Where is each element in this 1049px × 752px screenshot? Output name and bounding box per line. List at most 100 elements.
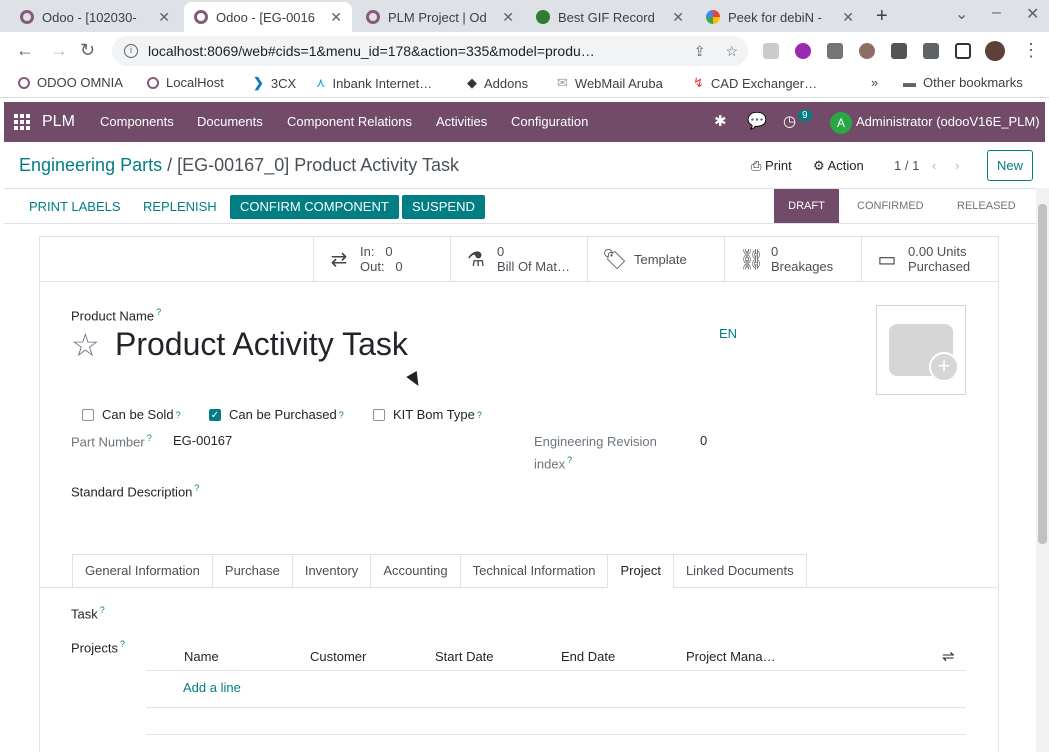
bookmark-webmail[interactable]: ✉ WebMail Aruba: [557, 75, 663, 91]
menu-component-relations[interactable]: Component Relations: [287, 114, 412, 129]
add-a-line-link[interactable]: Add a line: [183, 680, 241, 695]
profile-avatar[interactable]: [985, 41, 1005, 61]
language-button[interactable]: EN: [719, 326, 737, 341]
menu-documents[interactable]: Documents: [197, 114, 263, 129]
browser-tab-1[interactable]: Odoo - [102030- ✕: [10, 2, 180, 32]
pager-next-icon[interactable]: ›: [955, 158, 959, 173]
can-be-purchased-checkbox[interactable]: ✓ Can be Purchased?: [209, 407, 344, 422]
stage-confirmed[interactable]: CONFIRMED: [857, 189, 924, 223]
stage-draft[interactable]: DRAFT: [774, 189, 839, 223]
stage-released[interactable]: RELEASED: [957, 189, 1016, 223]
browser-tab-4[interactable]: Best GIF Record ✕: [526, 2, 694, 32]
extensions-puzzle-icon[interactable]: [923, 43, 939, 59]
extension-icon[interactable]: [827, 43, 843, 59]
column-project-manager[interactable]: Project Mana…: [686, 649, 776, 664]
menu-components[interactable]: Components: [100, 114, 174, 129]
url-field[interactable]: i localhost:8069/web#cids=1&menu_id=178&…: [112, 36, 748, 66]
new-button[interactable]: New: [987, 150, 1033, 181]
part-number-value[interactable]: EG-00167: [173, 433, 232, 448]
browser-tab-5[interactable]: Peek for debiN - ✕: [696, 2, 864, 32]
checkbox-checked-icon[interactable]: ✓: [209, 408, 221, 421]
checkbox-unchecked-icon[interactable]: [82, 408, 94, 421]
new-tab-icon[interactable]: +: [876, 5, 888, 28]
breadcrumb-engineering-parts[interactable]: Engineering Parts: [19, 155, 162, 175]
breakages-smart-button[interactable]: ⛓ 0 Breakages: [724, 237, 862, 281]
minimize-icon[interactable]: –: [992, 4, 1001, 22]
close-icon[interactable]: ✕: [842, 9, 854, 26]
bookmark-addons[interactable]: ◆ Addons: [467, 75, 528, 91]
side-panel-icon[interactable]: [955, 43, 971, 59]
bookmark-cad[interactable]: ↯ CAD Exchanger…: [693, 75, 817, 91]
app-menu-icon[interactable]: [14, 114, 30, 130]
page-scrollbar[interactable]: [1036, 188, 1049, 752]
tab-general-information[interactable]: General Information: [72, 554, 212, 588]
tab-accounting[interactable]: Accounting: [370, 554, 460, 588]
extension-icon[interactable]: [891, 43, 907, 59]
column-start-date[interactable]: Start Date: [435, 649, 494, 664]
help-icon[interactable]: ?: [176, 410, 181, 420]
bookmarks-overflow-icon[interactable]: »: [871, 75, 878, 90]
optional-columns-icon[interactable]: ⇌: [942, 647, 955, 665]
help-icon[interactable]: ?: [100, 605, 105, 615]
share-icon[interactable]: ⇪: [694, 43, 706, 60]
chat-icon[interactable]: 💬: [747, 111, 767, 131]
bom-smart-button[interactable]: ⚗ 0 Bill Of Mat…: [450, 237, 588, 281]
help-icon[interactable]: ?: [567, 455, 572, 465]
kit-bom-type-checkbox[interactable]: KIT Bom Type?: [373, 407, 482, 422]
purchased-smart-button[interactable]: ▭ 0.00 Units Purchased: [861, 237, 998, 281]
help-icon[interactable]: ?: [120, 639, 125, 649]
menu-kebab-icon[interactable]: ⋮: [1022, 40, 1040, 61]
browser-tab-3[interactable]: PLM Project | Od ✕: [356, 2, 524, 32]
bookmark-3cx[interactable]: ❯ 3CX: [253, 75, 296, 91]
suspend-button[interactable]: SUSPEND: [402, 195, 485, 219]
help-icon[interactable]: ?: [156, 307, 161, 317]
extension-icon[interactable]: [859, 43, 875, 59]
template-smart-button[interactable]: 🏷 Template: [587, 237, 725, 281]
pager-previous-icon[interactable]: ‹: [932, 158, 936, 173]
confirm-component-button[interactable]: CONFIRM COMPONENT: [230, 195, 399, 219]
browser-tab-2[interactable]: Odoo - [EG-0016 ✕: [184, 2, 352, 32]
can-be-sold-checkbox[interactable]: Can be Sold?: [82, 407, 181, 422]
tab-linked-documents[interactable]: Linked Documents: [672, 554, 807, 588]
app-name[interactable]: PLM: [42, 113, 75, 131]
print-labels-button[interactable]: PRINT LABELS: [19, 195, 131, 219]
bookmark-localhost[interactable]: LocalHost: [147, 75, 224, 90]
clock-icon[interactable]: ◷: [783, 112, 796, 130]
in-out-smart-button[interactable]: ⇄ In: 0 Out: 0: [313, 237, 451, 281]
reload-icon[interactable]: ↻: [80, 40, 95, 61]
close-icon[interactable]: ✕: [158, 9, 170, 26]
tab-inventory[interactable]: Inventory: [291, 554, 371, 588]
close-icon[interactable]: ✕: [502, 9, 514, 26]
site-info-icon[interactable]: i: [124, 44, 138, 58]
bookmark-star-icon[interactable]: ☆: [725, 43, 738, 60]
product-image-upload[interactable]: [876, 305, 966, 395]
column-name[interactable]: Name: [184, 649, 219, 664]
tab-project[interactable]: Project: [607, 554, 673, 588]
pager-value[interactable]: 1 / 1: [894, 158, 919, 173]
replenish-button[interactable]: REPLENISH: [133, 195, 227, 219]
bug-icon[interactable]: ✱: [714, 112, 727, 130]
column-customer[interactable]: Customer: [310, 649, 366, 664]
help-icon[interactable]: ?: [147, 433, 152, 443]
product-name-field[interactable]: Product Activity Task: [115, 326, 408, 363]
help-icon[interactable]: ?: [339, 410, 344, 420]
close-icon[interactable]: ✕: [330, 9, 342, 26]
column-end-date[interactable]: End Date: [561, 649, 615, 664]
tab-search-icon[interactable]: ⌄: [955, 4, 968, 24]
avatar[interactable]: A: [830, 112, 852, 134]
bookmark-inbank[interactable]: ⋏ Inbank Internet…: [316, 75, 432, 91]
tab-technical-information[interactable]: Technical Information: [459, 554, 608, 588]
user-menu[interactable]: Administrator (odooV16E_PLM): [856, 114, 1040, 129]
close-window-icon[interactable]: ✕: [1026, 4, 1039, 24]
other-bookmarks[interactable]: ▬ Other bookmarks: [903, 75, 1023, 90]
extension-icon[interactable]: [795, 43, 811, 59]
scrollbar-thumb[interactable]: [1038, 204, 1047, 544]
checkbox-unchecked-icon[interactable]: [373, 408, 385, 421]
menu-activities[interactable]: Activities: [436, 114, 487, 129]
back-icon[interactable]: ←: [16, 40, 34, 61]
help-icon[interactable]: ?: [477, 410, 482, 420]
favorite-star-icon[interactable]: ☆: [71, 326, 100, 364]
tab-purchase[interactable]: Purchase: [211, 554, 292, 588]
help-icon[interactable]: ?: [194, 483, 199, 493]
print-button[interactable]: ⎙ Print: [751, 158, 792, 174]
